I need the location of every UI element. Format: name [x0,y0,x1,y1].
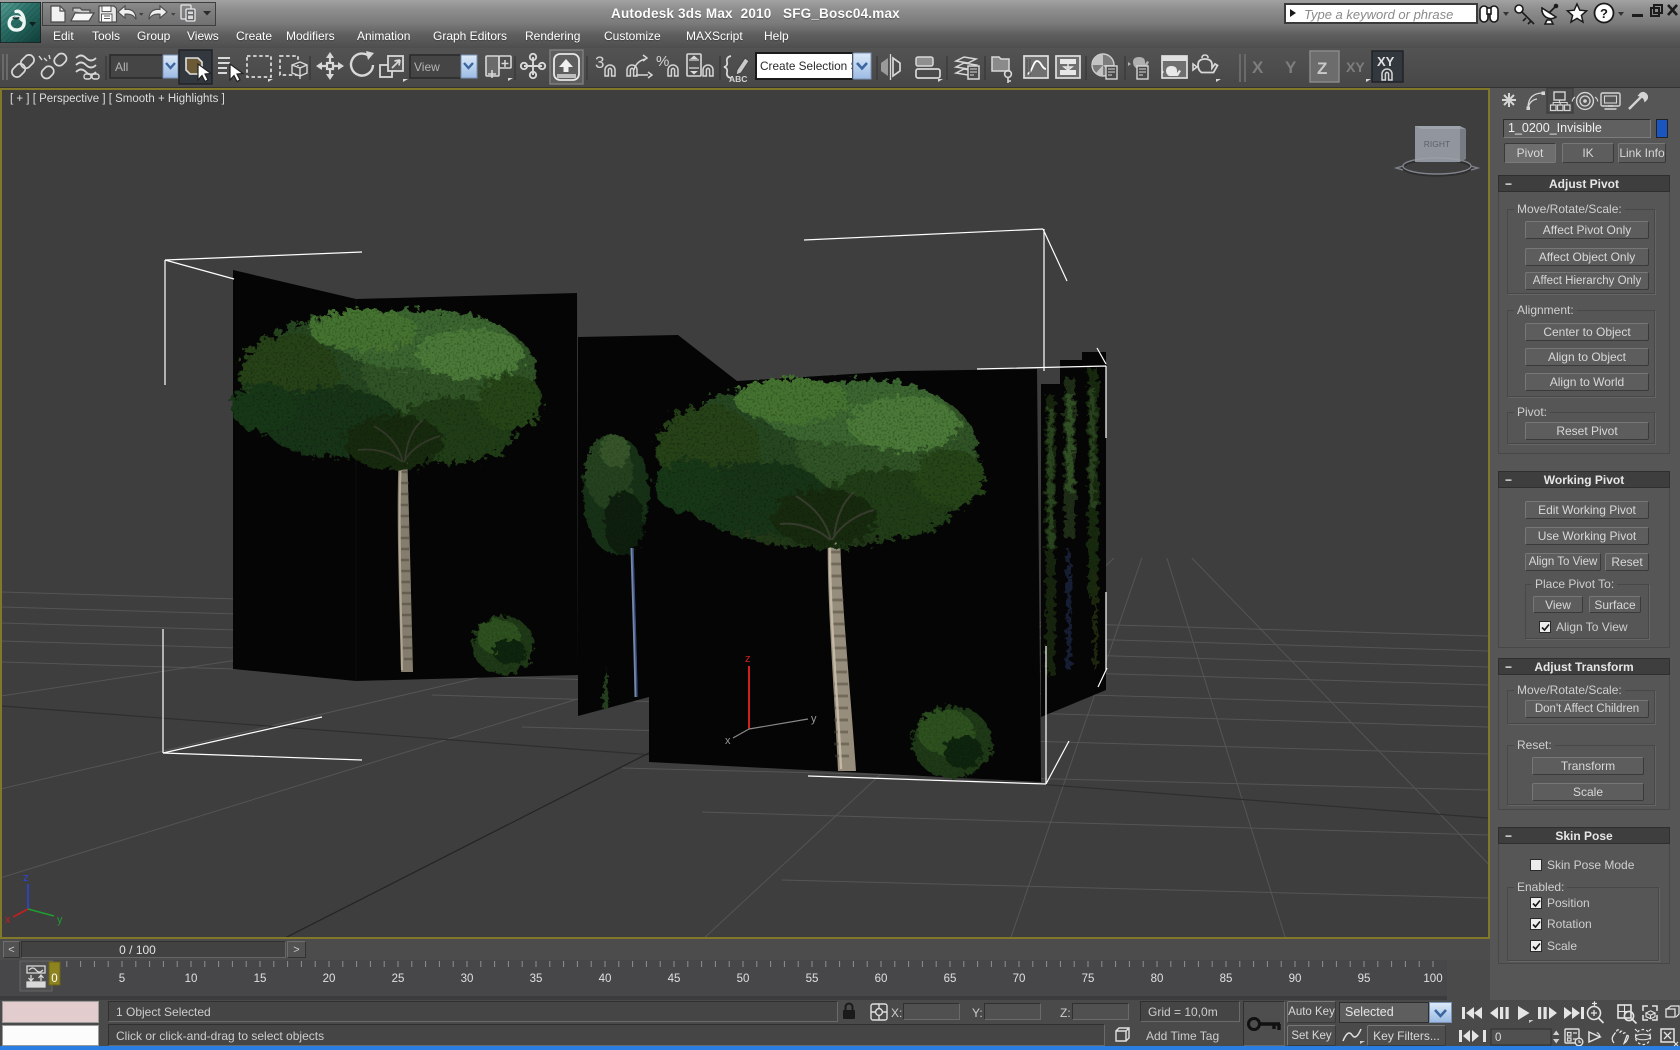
svg-text:75: 75 [1082,973,1095,985]
svg-text:View: View [414,60,440,74]
svg-text:30: 30 [461,973,474,985]
svg-text:XY: XY [1346,59,1365,75]
svg-text:XY: XY [1377,54,1395,69]
svg-text:y: y [57,914,63,926]
svg-text:RIGHT: RIGHT [1424,139,1450,149]
svg-text:80: 80 [1151,973,1164,985]
svg-text:95: 95 [1358,973,1371,985]
svg-text:z: z [745,653,751,665]
svg-text:Create Selection Se: Create Selection Se [760,59,865,73]
svg-text:x: x [725,735,731,747]
svg-text:20: 20 [323,973,336,985]
svg-text:5: 5 [119,973,125,985]
svg-text:100: 100 [1423,973,1442,985]
svg-text:?: ? [1600,6,1608,21]
svg-text:All: All [115,60,128,74]
svg-text:15: 15 [254,973,267,985]
svg-text:X: X [1252,58,1264,77]
svg-text:65: 65 [944,973,957,985]
svg-text:50: 50 [737,973,750,985]
svg-text:90: 90 [1289,973,1302,985]
svg-text:y: y [811,713,817,725]
svg-text:60: 60 [875,973,888,985]
svg-text:35: 35 [530,973,543,985]
svg-text:85: 85 [1220,973,1233,985]
svg-text:%: % [656,53,669,70]
svg-text:x: x [5,914,11,926]
svg-text:55: 55 [806,973,819,985]
svg-text:ABC: ABC [729,74,747,84]
svg-text:40: 40 [599,973,612,985]
svg-text:Y: Y [1285,58,1297,77]
svg-text:3: 3 [595,53,604,72]
svg-text:0: 0 [1495,1032,1501,1044]
svg-text:45: 45 [668,973,681,985]
svg-text:70: 70 [1013,973,1026,985]
svg-text:25: 25 [392,973,405,985]
svg-text:z: z [23,872,29,884]
svg-text:10: 10 [185,973,198,985]
svg-text:0: 0 [51,973,57,985]
svg-text:Z: Z [1317,59,1327,78]
